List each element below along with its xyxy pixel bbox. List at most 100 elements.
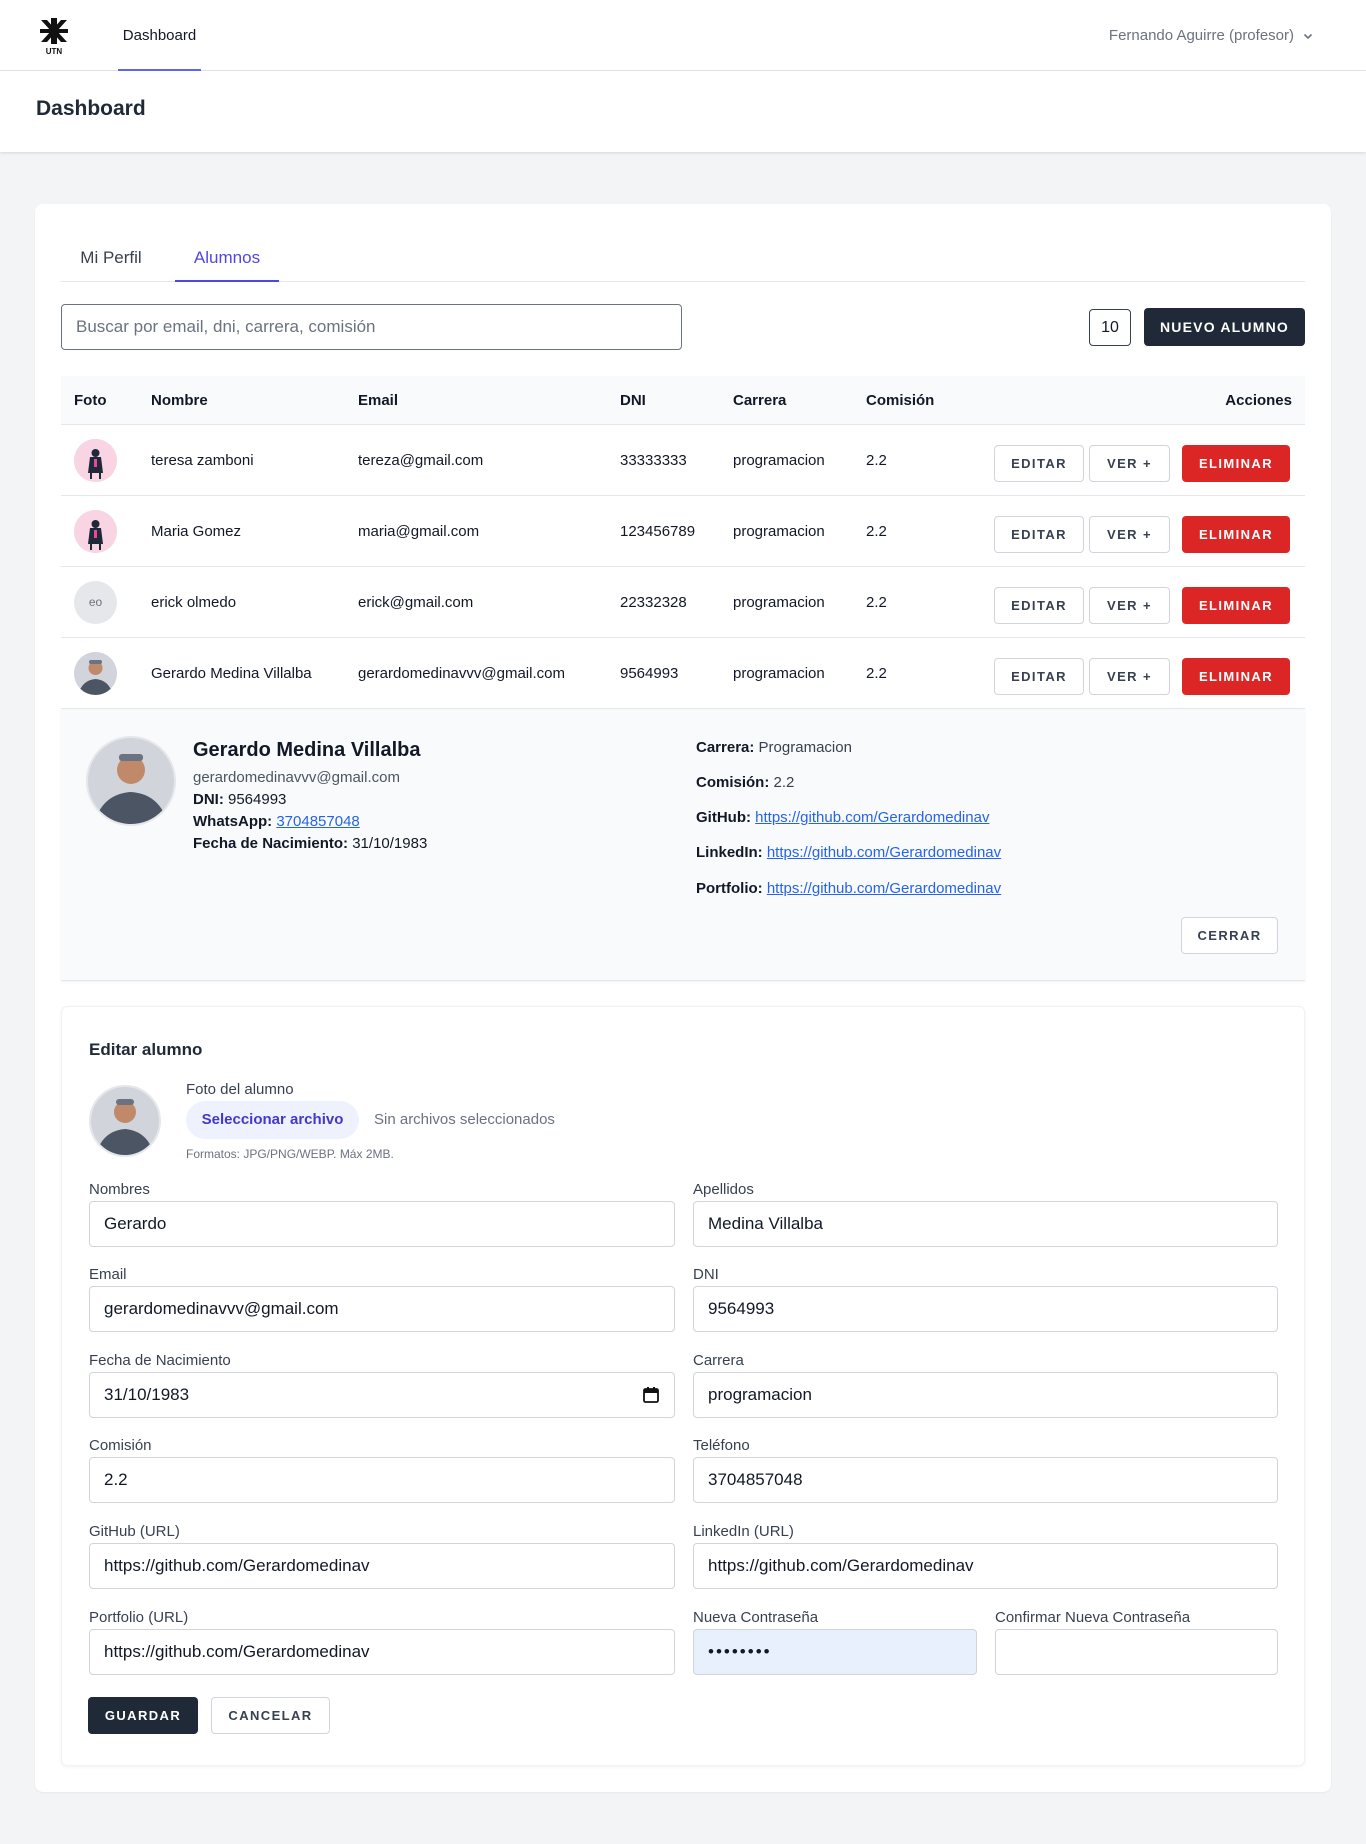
- comision-label: Comisión: [89, 1437, 152, 1454]
- top-navbar: UTN Dashboard Fernando Aguirre (profesor…: [0, 0, 1366, 71]
- nav-dashboard-link[interactable]: Dashboard: [118, 0, 201, 71]
- table-row: Gerardo Medina Villalba gerardomedinavvv…: [61, 638, 1305, 709]
- detail-dni-label: DNI:: [193, 791, 224, 808]
- tab-mi-perfil[interactable]: Mi Perfil: [61, 234, 161, 282]
- cell-email: tereza@gmail.com: [358, 452, 484, 469]
- per-page-selector[interactable]: 10: [1089, 309, 1131, 346]
- detail-github-label: GitHub:: [696, 809, 751, 826]
- confirm-password-field[interactable]: [995, 1629, 1278, 1675]
- linkedin-link[interactable]: https://github.com/Gerardomedinav: [767, 844, 1001, 861]
- password-field[interactable]: ••••••••: [693, 1629, 977, 1675]
- view-more-button[interactable]: VER +: [1089, 658, 1170, 695]
- apellidos-field[interactable]: Medina Villalba: [693, 1201, 1278, 1247]
- linkedin-field[interactable]: https://github.com/Gerardomedinav: [693, 1543, 1278, 1589]
- cell-carrera: programacion: [733, 523, 825, 540]
- avatar: [74, 439, 117, 482]
- detail-carrera-label: Carrera:: [696, 739, 755, 756]
- cell-email: maria@gmail.com: [358, 523, 480, 540]
- delete-button[interactable]: ELIMINAR: [1182, 658, 1290, 695]
- save-button[interactable]: GUARDAR: [88, 1697, 198, 1734]
- detail-birth: Fecha de Nacimiento: 31/10/1983: [193, 835, 427, 852]
- edit-button[interactable]: EDITAR: [994, 445, 1084, 482]
- detail-email: gerardomedinavvv@gmail.com: [193, 769, 400, 786]
- carrera-field[interactable]: programacion: [693, 1372, 1278, 1418]
- password-label: Nueva Contraseña: [693, 1609, 819, 1626]
- table-row: Maria Gomez maria@gmail.com 123456789 pr…: [61, 496, 1305, 567]
- dni-label: DNI: [693, 1266, 719, 1283]
- view-more-button[interactable]: VER +: [1089, 587, 1170, 624]
- whatsapp-link[interactable]: 3704857048: [276, 813, 359, 830]
- detail-avatar: [86, 736, 176, 826]
- telefono-field[interactable]: 3704857048: [693, 1457, 1278, 1503]
- cell-comision: 2.2: [866, 665, 887, 682]
- file-format-hint: Formatos: JPG/PNG/WEBP. Máx 2MB.: [186, 1147, 394, 1161]
- table-row: eo erick olmedo erick@gmail.com 22332328…: [61, 567, 1305, 638]
- table-row: teresa zamboni tereza@gmail.com 33333333…: [61, 425, 1305, 496]
- edit-button[interactable]: EDITAR: [994, 658, 1084, 695]
- file-status: Sin archivos seleccionados: [374, 1111, 555, 1128]
- detail-name: Gerardo Medina Villalba: [193, 739, 421, 761]
- close-detail-button[interactable]: CERRAR: [1181, 917, 1278, 954]
- delete-button[interactable]: ELIMINAR: [1182, 587, 1290, 624]
- view-more-button[interactable]: VER +: [1089, 445, 1170, 482]
- detail-comision-label: Comisión:: [696, 774, 770, 791]
- cell-email: erick@gmail.com: [358, 594, 474, 611]
- student-photo: [89, 1085, 161, 1157]
- email-field[interactable]: gerardomedinavvv@gmail.com: [89, 1286, 675, 1332]
- birth-date-field[interactable]: 31/10/1983: [89, 1372, 675, 1418]
- edit-button[interactable]: EDITAR: [994, 587, 1084, 624]
- portfolio-link[interactable]: https://github.com/Gerardomedinav: [767, 880, 1001, 897]
- telefono-label: Teléfono: [693, 1437, 750, 1454]
- dni-field[interactable]: 9564993: [693, 1286, 1278, 1332]
- search-input[interactable]: [61, 304, 682, 350]
- new-student-button[interactable]: NUEVO ALUMNO: [1144, 308, 1305, 346]
- page-title: Dashboard: [36, 97, 146, 120]
- comision-field[interactable]: 2.2: [89, 1457, 675, 1503]
- detail-portfolio-label: Portfolio:: [696, 880, 763, 897]
- detail-comision-value: 2.2: [773, 774, 795, 791]
- cell-nombre: erick olmedo: [151, 594, 237, 611]
- cell-comision: 2.2: [866, 523, 887, 540]
- github-field[interactable]: https://github.com/Gerardomedinav: [89, 1543, 675, 1589]
- select-file-button[interactable]: Seleccionar archivo: [186, 1101, 359, 1139]
- cell-comision: 2.2: [866, 594, 887, 611]
- user-menu[interactable]: Fernando Aguirre (profesor): [1109, 0, 1314, 71]
- cell-nombre: Maria Gomez: [151, 523, 242, 540]
- col-comision: Comisión: [866, 392, 935, 409]
- avatar: [74, 652, 117, 695]
- detail-github: GitHub: https://github.com/Gerardomedina…: [696, 809, 989, 826]
- utn-logo-icon[interactable]: UTN: [38, 16, 70, 56]
- github-label: GitHub (URL): [89, 1523, 180, 1540]
- cancel-button[interactable]: CANCELAR: [211, 1697, 330, 1734]
- detail-linkedin-label: LinkedIn:: [696, 844, 763, 861]
- nombres-field[interactable]: Gerardo: [89, 1201, 675, 1247]
- col-nombre: Nombre: [151, 392, 208, 409]
- detail-dni: DNI: 9564993: [193, 791, 286, 808]
- detail-portfolio: Portfolio: https://github.com/Gerardomed…: [696, 880, 1001, 897]
- delete-button[interactable]: ELIMINAR: [1182, 516, 1290, 553]
- portfolio-field[interactable]: https://github.com/Gerardomedinav: [89, 1629, 675, 1675]
- apellidos-label: Apellidos: [693, 1181, 754, 1198]
- col-dni: DNI: [620, 392, 646, 409]
- cell-nombre: teresa zamboni: [151, 452, 254, 469]
- delete-button[interactable]: ELIMINAR: [1182, 445, 1290, 482]
- cell-comision: 2.2: [866, 452, 887, 469]
- students-table: Foto Nombre Email DNI Carrera Comisión A…: [61, 376, 1305, 981]
- col-email: Email: [358, 392, 399, 409]
- github-link[interactable]: https://github.com/Gerardomedinav: [755, 809, 989, 826]
- tab-alumnos[interactable]: Alumnos: [175, 234, 279, 282]
- calendar-icon[interactable]: [642, 1386, 660, 1404]
- birth-date-value: 31/10/1983: [104, 1385, 190, 1404]
- tabs: Mi Perfil Alumnos: [61, 234, 1305, 282]
- email-label: Email: [89, 1266, 127, 1283]
- cell-nombre: Gerardo Medina Villalba: [151, 665, 312, 682]
- view-more-button[interactable]: VER +: [1089, 516, 1170, 553]
- confirm-password-label: Confirmar Nueva Contraseña: [995, 1609, 1191, 1626]
- detail-whatsapp-label: WhatsApp:: [193, 813, 273, 830]
- detail-carrera-value: Programacion: [758, 739, 852, 756]
- carrera-label: Carrera: [693, 1352, 744, 1369]
- cell-dni: 22332328: [620, 594, 687, 611]
- detail-whatsapp: WhatsApp: 3704857048: [193, 813, 360, 830]
- edit-button[interactable]: EDITAR: [994, 516, 1084, 553]
- table-header: Foto Nombre Email DNI Carrera Comisión A…: [61, 376, 1305, 425]
